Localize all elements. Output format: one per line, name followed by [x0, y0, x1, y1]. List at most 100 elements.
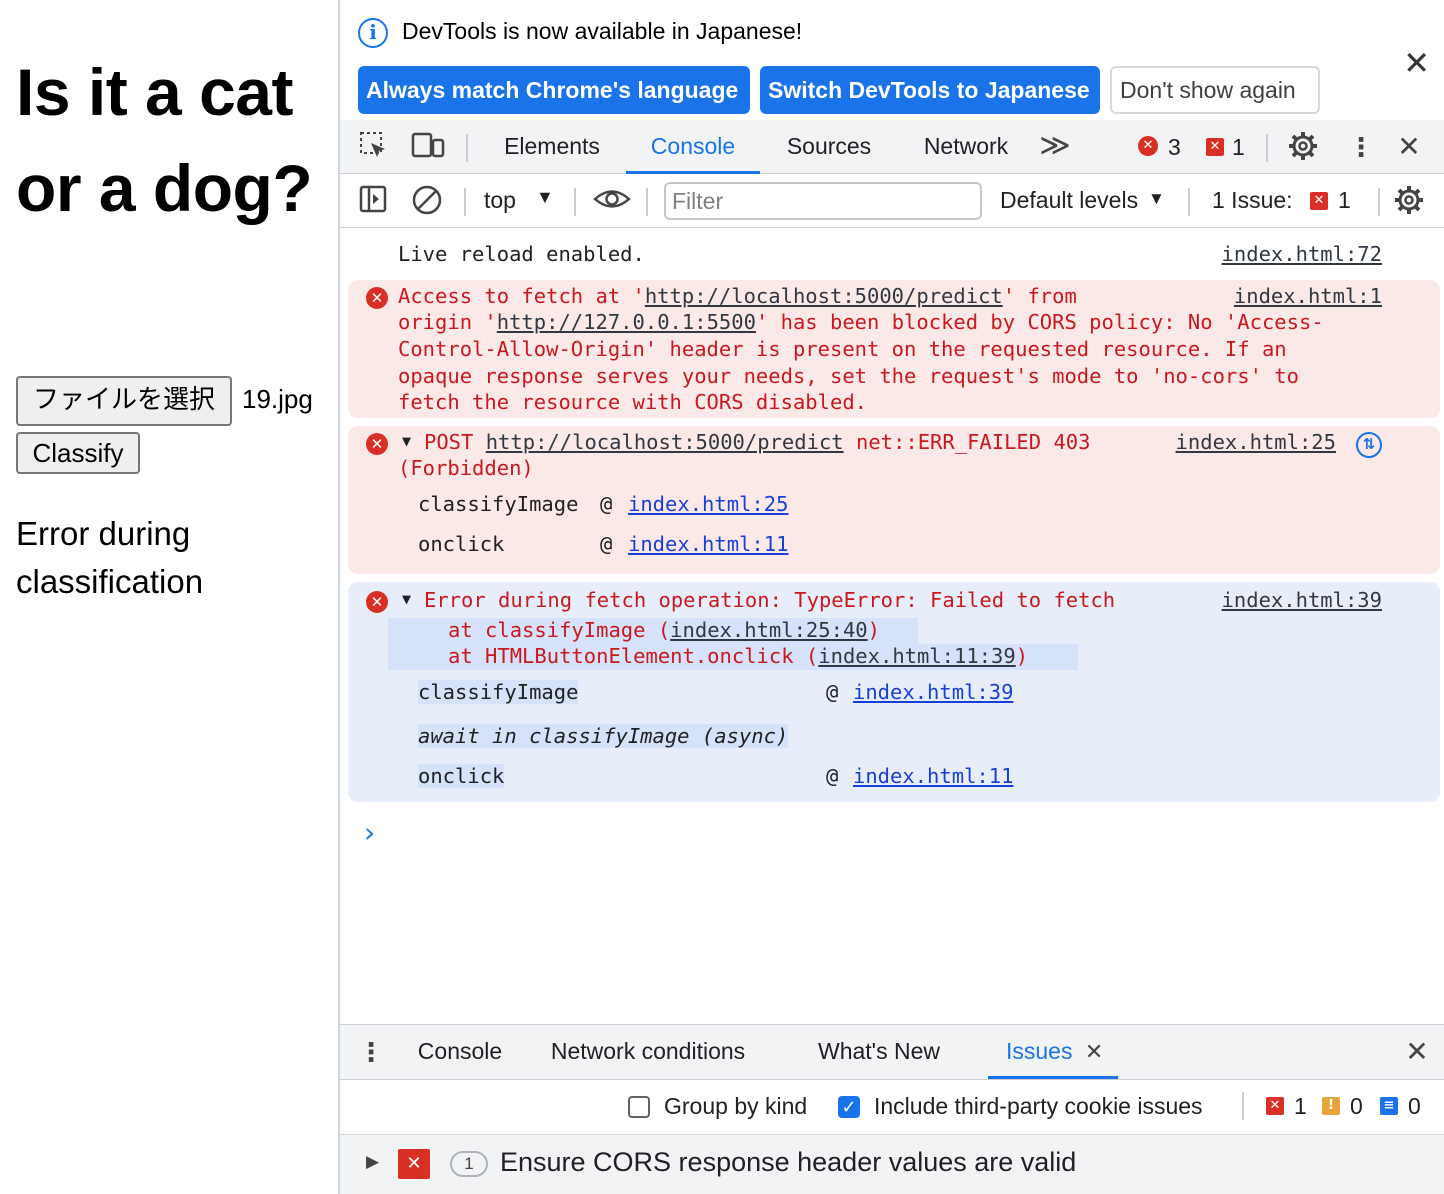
stack-line-2: at HTMLButtonElement.onclick (index.html…	[448, 644, 1029, 668]
console-error-fetch: ✕ ▼ Error during fetch operation: TypeEr…	[348, 582, 1440, 802]
issue-error-icon: ✕	[398, 1149, 430, 1179]
close-drawer-icon[interactable]: ✕	[1400, 1035, 1434, 1069]
issue-row[interactable]: ▶ ✕ 1 Ensure CORS response header values…	[340, 1134, 1444, 1194]
console-messages: Live reload enabled. index.html:72 ✕ Acc…	[340, 228, 1444, 1024]
classify-button[interactable]: Classify	[16, 432, 140, 474]
expand-triangle-icon[interactable]: ▼	[402, 432, 411, 450]
levels-dropdown-icon[interactable]: ▼	[1148, 189, 1165, 209]
error-line-2: origin 'http://127.0.0.1:5500' has been …	[398, 310, 1324, 334]
toolbar-separator	[1266, 134, 1268, 162]
error-count[interactable]: 3	[1168, 134, 1181, 161]
stack-line-1: at classifyImage (index.html:25:40)	[448, 618, 880, 642]
context-select[interactable]: top	[484, 187, 516, 214]
error-line-3: Control-Allow-Origin' header is present …	[398, 337, 1287, 361]
tab-sources[interactable]: Sources	[770, 120, 888, 174]
error-issue-icon: ✕	[1266, 1097, 1284, 1115]
clear-console-icon[interactable]	[410, 184, 444, 218]
console-settings-gear-icon[interactable]	[1392, 184, 1426, 218]
issues-summary-label[interactable]: 1 Issue:	[1212, 187, 1293, 214]
infobar-close-icon[interactable]: ✕	[1403, 44, 1430, 82]
drawer-tab-network-conditions[interactable]: Network conditions	[536, 1025, 760, 1079]
sidebar-toggle-icon[interactable]	[356, 184, 390, 218]
toolbar-separator	[1242, 1092, 1244, 1120]
web-page: Is it a cat or a dog? ファイルを選択 19.jpg Cla…	[0, 0, 338, 1194]
network-request-icon[interactable]: ⇅	[1356, 432, 1382, 458]
issue-flag-icon[interactable]: ✕	[1310, 192, 1328, 210]
stack-frame-link[interactable]: index.html:11	[628, 532, 788, 556]
url-link[interactable]: http://127.0.0.1:5500	[497, 310, 756, 334]
stack-frame-link[interactable]: index.html:11	[853, 764, 1013, 788]
stack-frame-function: classifyImage	[418, 680, 579, 704]
settings-gear-icon[interactable]	[1286, 130, 1320, 164]
selected-file-name: 19.jpg	[242, 384, 313, 414]
more-tabs-icon[interactable]: ≫	[1030, 120, 1080, 174]
source-link[interactable]: index.html:72	[1222, 242, 1382, 266]
url-link[interactable]: http://localhost:5000/predict	[486, 430, 844, 454]
url-link[interactable]: index.html:25:40	[670, 618, 867, 642]
info-issue-icon: ≡	[1380, 1097, 1398, 1115]
error-line-5: fetch the resource with CORS disabled.	[398, 390, 867, 414]
toolbar-separator	[574, 188, 576, 216]
log-levels-select[interactable]: Default levels	[1000, 187, 1138, 214]
dont-show-again-button[interactable]: Don't show again	[1110, 66, 1320, 114]
close-devtools-icon[interactable]: ✕	[1392, 130, 1426, 164]
drawer-tab-whats-new[interactable]: What's New	[804, 1025, 954, 1079]
source-link[interactable]: index.html:1	[1234, 284, 1382, 308]
tab-elements[interactable]: Elements	[490, 120, 614, 174]
stack-frame-link[interactable]: index.html:39	[853, 680, 1013, 704]
stack-frame-function: onclick	[418, 764, 505, 788]
live-expression-eye-icon[interactable]	[592, 184, 632, 218]
tab-console[interactable]: Console	[626, 120, 760, 174]
drawer-tab-issues-label: Issues	[1006, 1038, 1073, 1064]
source-link[interactable]: index.html:39	[1222, 588, 1382, 612]
expand-triangle-icon[interactable]: ▼	[402, 590, 411, 608]
info-issue-count: 0	[1408, 1093, 1421, 1119]
switch-language-button[interactable]: Switch DevTools to Japanese	[760, 66, 1100, 114]
main-toolbar: Elements Console Sources Network ≫ ✕ 3 ✕…	[340, 120, 1444, 174]
issue-count[interactable]: 1	[1232, 134, 1245, 161]
stack-frame-at: @	[600, 492, 613, 516]
source-link[interactable]: index.html:25	[1176, 430, 1336, 454]
issue-flag-icon[interactable]: ✕	[1206, 138, 1224, 156]
close-tab-icon[interactable]: ✕	[1085, 1039, 1103, 1064]
language-infobar: i DevTools is now available in Japanese!…	[340, 0, 1444, 120]
console-log-message: Live reload enabled. index.html:72	[348, 238, 1440, 274]
stack-frame-function: classifyImage	[418, 492, 579, 516]
infobar-message: DevTools is now available in Japanese!	[402, 18, 803, 44]
error-line-1: Access to fetch at 'http://localhost:500…	[398, 284, 1077, 308]
match-language-button[interactable]: Always match Chrome's language	[358, 66, 750, 114]
warning-issue-icon: !	[1322, 1097, 1340, 1115]
stack-frame-link[interactable]: index.html:25	[628, 492, 788, 516]
drawer-tab-console[interactable]: Console	[410, 1025, 510, 1079]
error-line-4: opaque response serves your needs, set t…	[398, 364, 1299, 388]
group-by-kind-checkbox[interactable]	[628, 1096, 650, 1118]
issues-summary-count[interactable]: 1	[1338, 187, 1351, 214]
console-error-post: ✕ ▼ POST http://localhost:5000/predict n…	[348, 426, 1440, 574]
log-text: Live reload enabled.	[398, 242, 645, 266]
tab-network[interactable]: Network	[910, 120, 1022, 174]
url-link[interactable]: http://localhost:5000/predict	[645, 284, 1003, 308]
url-link[interactable]: index.html:11:39	[818, 644, 1015, 668]
toolbar-separator	[466, 134, 468, 162]
info-icon: i	[358, 18, 388, 48]
inspect-element-icon[interactable]	[356, 130, 390, 164]
more-options-icon[interactable]: ⋮	[1344, 130, 1378, 164]
expand-issue-icon[interactable]: ▶	[366, 1152, 379, 1172]
drawer-tab-issues[interactable]: Issues ✕	[988, 1025, 1118, 1079]
page-heading: Is it a cat or a dog?	[16, 55, 313, 225]
filter-input[interactable]: Filter	[664, 182, 982, 220]
warning-issue-count: 0	[1350, 1093, 1363, 1119]
post-line: POST http://localhost:5000/predict net::…	[424, 430, 1091, 454]
choose-file-button[interactable]: ファイルを選択	[16, 376, 232, 426]
console-error-cors: ✕ Access to fetch at 'http://localhost:5…	[348, 280, 1440, 418]
console-toolbar: top ▼ Filter Default levels ▼ 1 Issue: ✕…	[340, 174, 1444, 228]
third-party-checkbox[interactable]: ✓	[838, 1096, 860, 1118]
issues-toolbar: Group by kind ✓ Include third-party cook…	[340, 1080, 1444, 1134]
error-count-icon[interactable]: ✕	[1138, 136, 1158, 156]
issue-count-badge: 1	[450, 1151, 488, 1177]
device-toolbar-icon[interactable]	[410, 130, 446, 164]
console-prompt-icon[interactable]: ›	[364, 816, 375, 849]
context-dropdown-icon[interactable]: ▼	[536, 187, 554, 208]
drawer-menu-icon[interactable]: ⋮	[356, 1035, 386, 1069]
third-party-label: Include third-party cookie issues	[874, 1093, 1203, 1119]
